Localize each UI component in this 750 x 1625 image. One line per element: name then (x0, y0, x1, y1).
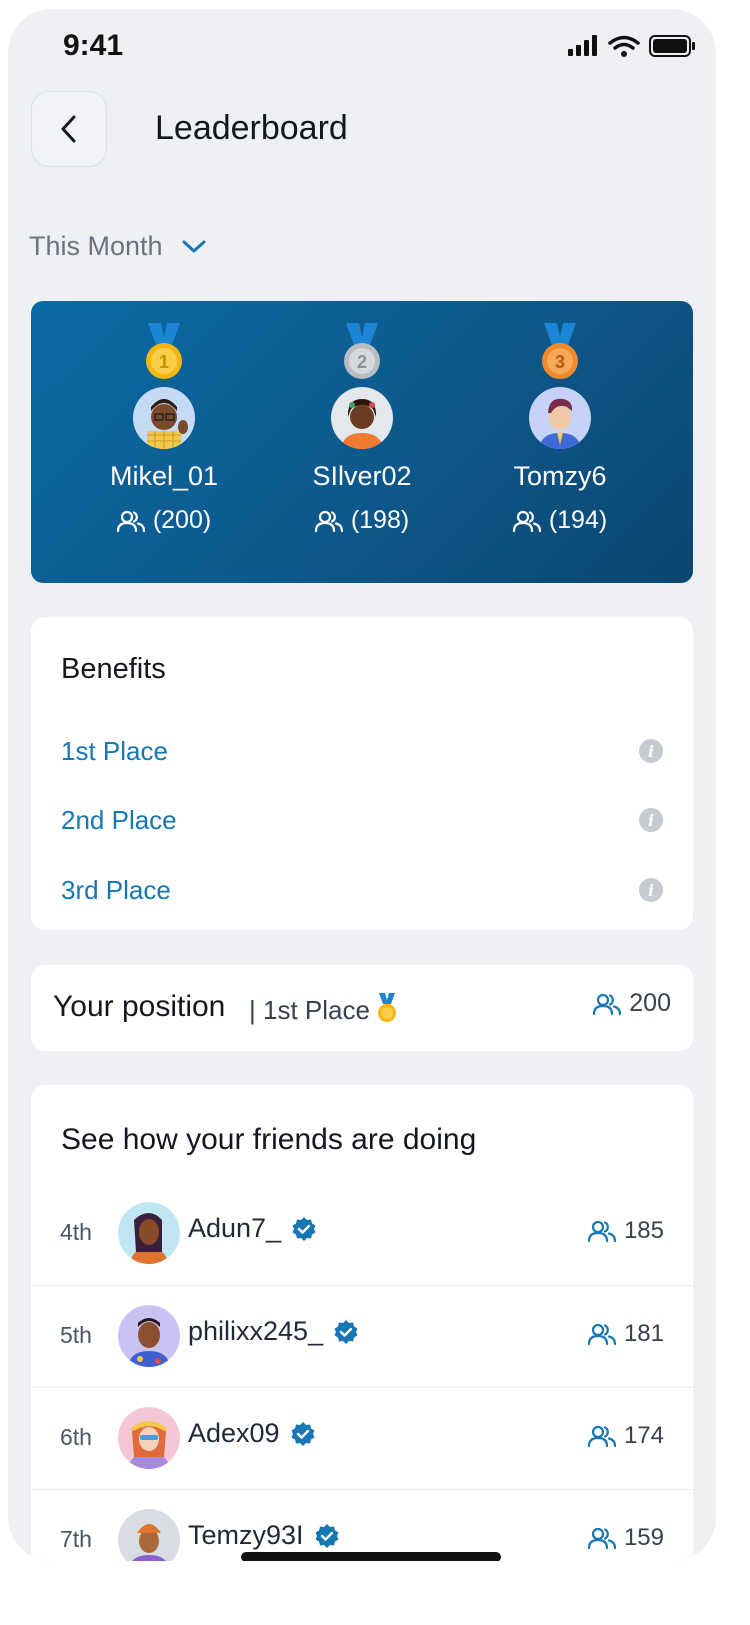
friends-card: See how your friends are doing 4th Adun7… (31, 1085, 693, 1561)
verified-icon (315, 1523, 339, 1548)
top-winner-2[interactable]: 2 SIlver02 (198) (262, 323, 462, 535)
benefit-row-2nd[interactable]: 2nd Place i (61, 800, 663, 840)
position-label: Your position (53, 990, 226, 1023)
period-dropdown[interactable]: This Month (29, 231, 207, 262)
gold-medal-icon (378, 993, 397, 1022)
bronze-medal-icon: 3 (542, 323, 578, 379)
svg-text:2: 2 (357, 352, 367, 372)
phone-screen: 9:41 Leaderboard This Month 1 Mikel_01 (… (8, 9, 716, 1561)
chevron-down-icon (182, 240, 206, 252)
status-bar: 9:41 (8, 9, 716, 79)
users-icon (593, 993, 622, 1015)
benefit-row-1st[interactable]: 1st Place i (61, 731, 663, 771)
benefits-card: Benefits 1st Place i 2nd Place i 3rd Pla… (31, 617, 693, 930)
friend-rank: 6th (60, 1424, 92, 1450)
silver-medal-icon: 2 (344, 323, 380, 379)
info-icon[interactable]: i (639, 808, 663, 832)
svg-text:1: 1 (159, 352, 169, 372)
signal-icon (568, 35, 597, 56)
benefit-row-3rd[interactable]: 3rd Place i (61, 870, 663, 910)
top-winner-3[interactable]: 3 Tomzy6 (194) (460, 323, 660, 535)
chevron-left-icon (61, 115, 76, 143)
position-rank: | 1st Place (249, 993, 397, 1026)
friend-count: 174 (587, 1422, 664, 1450)
winner-name: Tomzy6 (513, 461, 607, 491)
benefit-label: 3rd Place (61, 874, 171, 905)
users-icon (512, 510, 541, 532)
benefit-label: 2nd Place (61, 804, 177, 835)
users-icon (587, 1220, 616, 1242)
list-item[interactable]: 4th Adun7_ 185 (31, 1183, 693, 1285)
users-icon (314, 510, 343, 532)
avatar (118, 1202, 180, 1264)
friend-rank: 4th (60, 1219, 92, 1245)
top-three-card: 1 Mikel_01 (200) 2 SIlver02 (198) 3 Tomz… (31, 301, 693, 583)
winner-count: (198) (262, 506, 462, 535)
avatar (118, 1407, 180, 1469)
gold-medal-icon: 1 (146, 323, 182, 379)
wifi-icon (608, 35, 640, 50)
friend-rank: 5th (60, 1322, 92, 1348)
friend-name: Temzy93I (188, 1520, 340, 1551)
winner-name: Mikel_01 (109, 461, 219, 491)
friend-count: 185 (587, 1217, 664, 1245)
info-icon[interactable]: i (639, 878, 663, 902)
friend-name: Adex09 (188, 1418, 316, 1449)
back-button[interactable] (31, 91, 107, 167)
verified-icon (334, 1319, 358, 1344)
winner-count: (194) (460, 506, 660, 535)
position-count: 200 (593, 989, 671, 1018)
users-icon (116, 510, 145, 532)
benefit-label: 1st Place (61, 735, 168, 766)
top-winner-1[interactable]: 1 Mikel_01 (200) (64, 323, 264, 535)
home-indicator (241, 1552, 501, 1561)
period-label: This Month (29, 231, 163, 261)
verified-icon (291, 1421, 315, 1446)
status-time: 9:41 (63, 29, 124, 62)
friends-title: See how your friends are doing (61, 1123, 477, 1156)
benefits-title: Benefits (61, 653, 166, 685)
page-title: Leaderboard (155, 109, 348, 147)
info-icon[interactable]: i (639, 739, 663, 763)
status-icons (568, 33, 696, 64)
users-icon (587, 1323, 616, 1345)
winner-name: SIlver02 (312, 461, 412, 491)
verified-icon (292, 1216, 316, 1241)
friend-name: philixx245_ (188, 1316, 359, 1347)
your-position-card[interactable]: Your position | 1st Place 200 (31, 965, 693, 1051)
avatar (331, 387, 393, 449)
friend-rank: 7th (60, 1526, 92, 1552)
avatar (118, 1509, 180, 1561)
list-item[interactable]: 5th philixx245_ 181 (31, 1285, 693, 1388)
winner-count: (200) (64, 506, 264, 535)
avatar (529, 387, 591, 449)
list-item[interactable]: 6th Adex09 174 (31, 1387, 693, 1490)
list-item[interactable]: 7th Temzy93I 159 (31, 1489, 693, 1561)
users-icon (587, 1425, 616, 1447)
users-icon (587, 1527, 616, 1549)
avatar (118, 1305, 180, 1367)
battery-icon (649, 35, 695, 57)
svg-text:3: 3 (555, 352, 565, 372)
friend-name: Adun7_ (188, 1213, 317, 1244)
friend-count: 181 (587, 1320, 664, 1348)
avatar (133, 387, 195, 449)
friend-count: 159 (587, 1524, 664, 1552)
